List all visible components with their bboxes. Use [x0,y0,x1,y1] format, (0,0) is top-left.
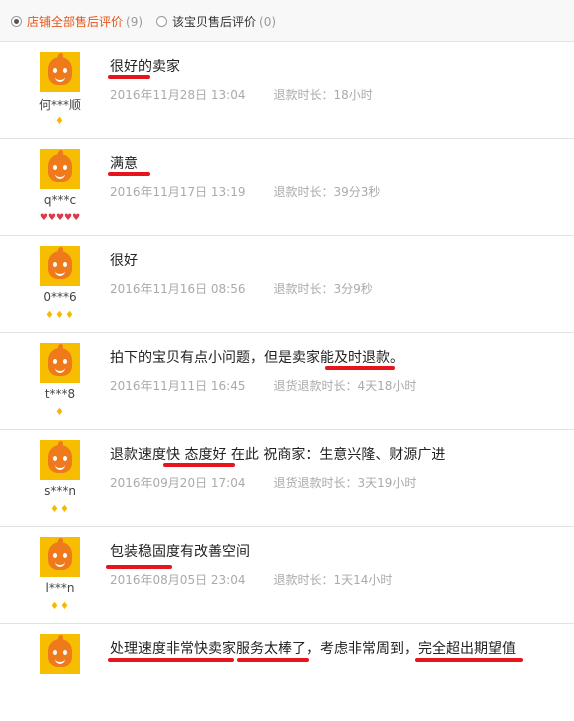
filter-option-item[interactable]: 该宝贝售后评价 (0) [156,13,276,30]
radio-selected-icon[interactable] [11,16,22,27]
highlight-mark [108,75,150,79]
reviewer-name: 何***顺 [38,98,81,112]
highlight-mark [237,658,309,662]
refund-duration-label: 退货退款时长： [273,476,358,490]
review-item: q***c ♥♥♥♥♥ 满意 2016年11月17日 13:19 退款时长：39分… [0,139,574,236]
review-item: 何***顺 ♦ 很好的卖家 2016年11月28日 13:04 退款时长：18小时 [0,42,574,139]
refund-duration-label: 退款时长： [273,88,334,102]
avatar[interactable] [40,634,80,674]
credit-heart-icon: ♥♥♥♥♥ [39,213,81,223]
review-meta: 2016年11月16日 08:56 退款时长：3分9秒 [110,280,373,297]
avatar[interactable] [40,246,80,286]
review-meta: 2016年08月05日 23:04 退款时长：1天14小时 [110,571,392,588]
refund-duration-label: 退款时长： [273,282,334,296]
review-filter-bar: 店铺全部售后评价 (9) 该宝贝售后评价 (0) [0,0,574,42]
refund-duration-value: 4天18小时 [357,379,417,393]
reviewer-name: s***n [44,484,76,498]
avatar[interactable] [40,149,80,189]
avatar[interactable] [40,440,80,480]
refund-duration-value: 39分3秒 [333,185,381,199]
credit-diamond-icon: ♦ [55,116,65,127]
review-meta: 2016年11月11日 16:45 退货退款时长：4天18小时 [110,377,416,394]
review-item: l***n ♦♦ 包装稳固度有改善空间 2016年08月05日 23:04 退款时… [0,527,574,624]
highlight-mark [106,565,172,569]
highlight-mark [108,172,150,176]
review-content: 很好 [110,253,138,269]
credit-diamond-icon: ♦♦ [50,504,70,515]
highlight-mark [325,366,395,370]
review-item: 处理速度非常快卖家服务太棒了，考虑非常周到，完全超出期望值 [0,624,574,721]
review-meta: 2016年11月17日 13:19 退款时长：39分3秒 [110,183,380,200]
highlight-mark [415,658,523,662]
review-content: 包装稳固度有改善空间 [110,544,250,560]
reviewer-name: t***8 [44,387,76,401]
review-content: 拍下的宝贝有点小问题，但是卖家能及时退款。 [110,350,404,366]
radio-unselected-icon[interactable] [156,16,167,27]
review-time: 2016年11月16日 08:56 [110,282,246,296]
refund-duration-label: 退货退款时长： [273,379,358,393]
filter-label: 该宝贝售后评价 [172,15,257,29]
review-meta: 2016年11月28日 13:04 退款时长：18小时 [110,86,373,103]
filter-label: 店铺全部售后评价 [27,15,124,29]
review-time: 2016年11月17日 13:19 [110,185,246,199]
review-content: 满意 [110,156,138,172]
review-meta: 2016年09月20日 17:04 退货退款时长：3天19小时 [110,474,416,491]
filter-count: (9) [126,14,144,29]
review-time: 2016年11月11日 16:45 [110,379,246,393]
credit-diamond-icon: ♦ [55,407,65,418]
filter-option-shop-all[interactable]: 店铺全部售后评价 (9) [11,13,143,30]
review-item: s***n ♦♦ 退款速度快 态度好 在此 祝商家：生意兴隆、财源广进 2016… [0,430,574,527]
refund-duration-value: 3分9秒 [333,282,373,296]
credit-diamond-icon: ♦♦ [50,601,70,612]
filter-count: (0) [259,14,277,29]
credit-diamond-icon: ♦♦♦ [45,310,75,321]
highlight-mark [163,463,235,467]
refund-duration-label: 退款时长： [273,573,334,587]
reviewer-name: q***c [43,193,77,207]
avatar[interactable] [40,343,80,383]
reviewer-name: l***n [45,581,75,595]
review-content: 退款速度快 态度好 在此 祝商家：生意兴隆、财源广进 [110,447,446,463]
review-time: 2016年08月05日 23:04 [110,573,246,587]
review-content: 处理速度非常快卖家服务太棒了，考虑非常周到，完全超出期望值 [110,641,516,657]
avatar[interactable] [40,537,80,577]
review-item: t***8 ♦ 拍下的宝贝有点小问题，但是卖家能及时退款。 2016年11月11… [0,333,574,430]
review-time: 2016年09月20日 17:04 [110,476,246,490]
refund-duration-value: 18小时 [333,88,373,102]
avatar[interactable] [40,52,80,92]
reviewer-name: 0***6 [43,290,77,304]
highlight-mark [108,658,234,662]
review-item: 0***6 ♦♦♦ 很好 2016年11月16日 08:56 退款时长：3分9秒 [0,236,574,333]
review-content: 很好的卖家 [110,59,180,75]
refund-duration-value: 3天19小时 [357,476,417,490]
review-time: 2016年11月28日 13:04 [110,88,246,102]
refund-duration-label: 退款时长： [273,185,334,199]
refund-duration-value: 1天14小时 [333,573,393,587]
